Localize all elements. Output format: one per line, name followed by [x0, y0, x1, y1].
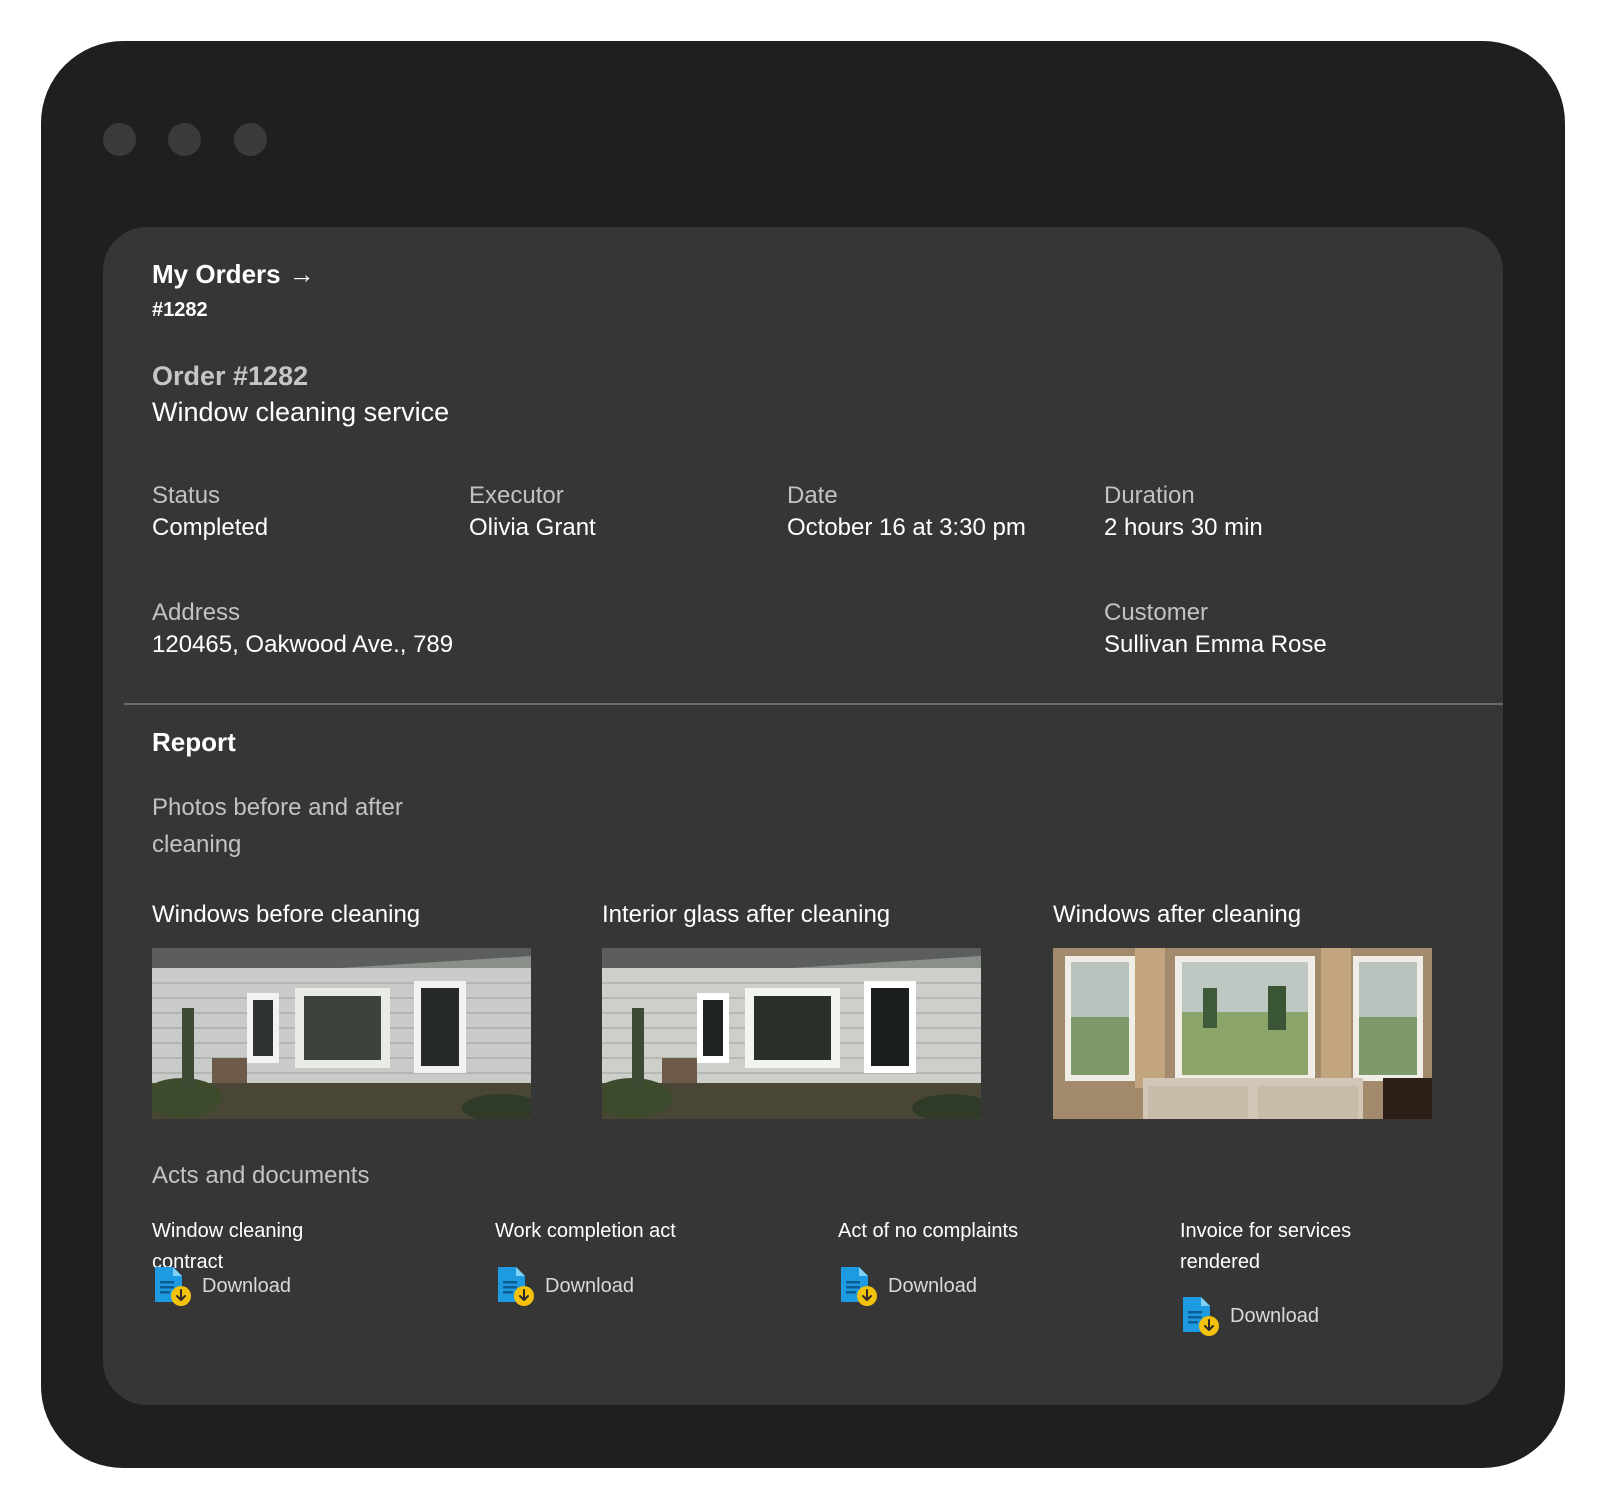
house-exterior-image [152, 948, 531, 1119]
status-value: Completed [152, 514, 269, 541]
executor-label: Executor [469, 482, 564, 509]
executor-value: Olivia Grant [469, 514, 596, 541]
file-download-icon [498, 1267, 534, 1306]
breadcrumb-order-id: #1282 [152, 299, 208, 321]
date-value: October 16 at 3:30 pm [787, 514, 1026, 541]
breadcrumb-title[interactable]: My Orders [152, 259, 281, 289]
breadcrumb-my-orders-link[interactable]: My Orders → [152, 259, 315, 290]
download-label[interactable]: Download [888, 1275, 977, 1298]
interior-window-photo[interactable] [1053, 948, 1432, 1119]
order-card: My Orders → #1282 Order #1282 Window clea… [103, 227, 1503, 1405]
exterior-window-photo[interactable] [152, 948, 531, 1119]
status-label: Status [152, 482, 221, 509]
document-title: Invoice for services rendered [1180, 1220, 1352, 1273]
download-label[interactable]: Download [1230, 1305, 1319, 1328]
download-button[interactable]: Download [1180, 1295, 1319, 1337]
report-title: Report [152, 727, 236, 757]
order-number: Order #1282 [152, 361, 309, 391]
acts-section-title: Acts and documents [152, 1162, 370, 1189]
house-exterior-image [602, 948, 981, 1119]
window-control-minimize[interactable] [168, 123, 201, 156]
photo-caption: Windows after cleaning [1053, 901, 1302, 928]
photos-section-title: Photos before and after cleaning [152, 794, 403, 858]
customer-label: Customer [1104, 599, 1209, 626]
photo-caption: Interior glass after cleaning [602, 901, 891, 928]
file-download-icon [1183, 1297, 1219, 1336]
customer-value: Sullivan Emma Rose [1104, 631, 1327, 658]
window-control-close[interactable] [103, 123, 136, 156]
room-interior-image [1053, 948, 1432, 1119]
download-button[interactable]: Download [152, 1265, 291, 1307]
download-label[interactable]: Download [202, 1275, 291, 1298]
file-download-icon [155, 1267, 191, 1306]
document-title: Work completion act [495, 1220, 676, 1242]
address-value: 120465, Oakwood Ave., 789 [152, 631, 454, 658]
duration-label: Duration [1104, 482, 1195, 509]
exterior-window-photo[interactable] [602, 948, 981, 1119]
photo-caption: Windows before cleaning [152, 901, 421, 928]
download-button[interactable]: Download [495, 1265, 634, 1307]
document-title: Act of no complaints [838, 1220, 1019, 1242]
arrow-right-icon: → [288, 259, 315, 289]
window-control-maximize[interactable] [234, 123, 267, 156]
order-service-title: Window cleaning service [152, 397, 450, 427]
address-label: Address [152, 599, 241, 626]
download-button[interactable]: Download [838, 1265, 977, 1307]
duration-value: 2 hours 30 min [1104, 514, 1263, 541]
app-window: My Orders → #1282 Order #1282 Window clea… [41, 41, 1565, 1468]
section-divider [124, 703, 1503, 705]
date-label: Date [787, 482, 838, 509]
download-label[interactable]: Download [545, 1275, 634, 1298]
file-download-icon [841, 1267, 877, 1306]
